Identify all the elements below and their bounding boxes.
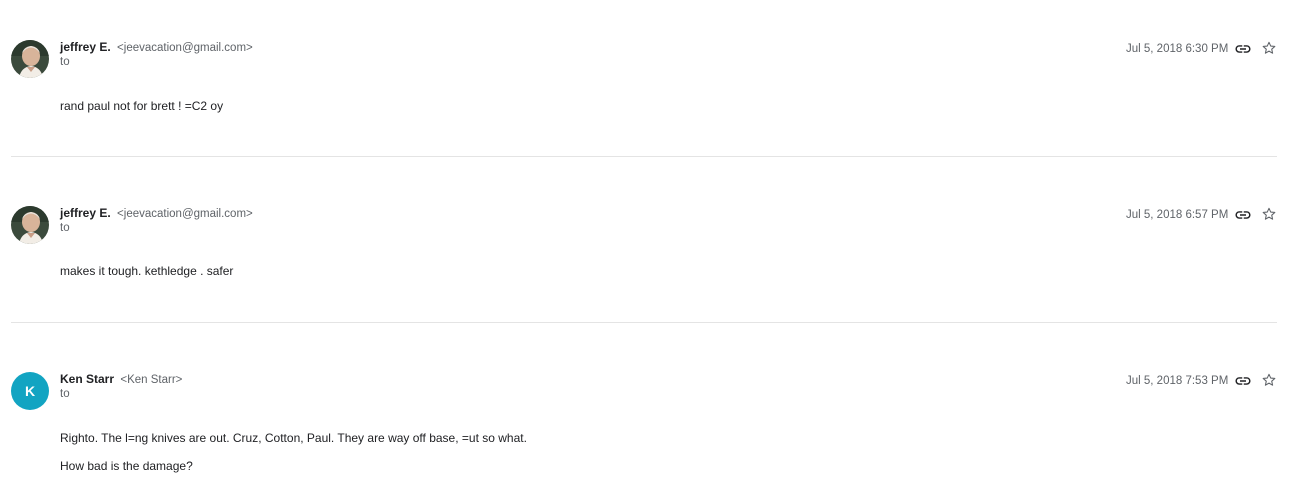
sender-email: <jeevacation@gmail.com> [117,42,253,54]
link-icon[interactable] [1234,40,1252,58]
message-body-line: Righto. The l=ng knives are out. Cruz, C… [60,431,527,445]
message-body-line: rand paul not for brett ! =C2 oy [60,99,224,113]
sender-line: jeffrey E. <jeevacation@gmail.com> [60,206,253,221]
star-outline-icon[interactable] [1261,40,1277,56]
sender-line: Ken Starr <Ken Starr> [60,372,182,387]
sender-name[interactable]: Ken Starr [60,372,114,386]
sender-avatar[interactable] [11,206,49,244]
sender-line: jeffrey E. <jeevacation@gmail.com> [60,40,253,55]
message-body-line: How bad is the damage? [60,459,193,473]
sender-name[interactable]: jeffrey E. [60,206,111,220]
email-thread: jeffrey E. <jeevacation@gmail.com> to Ju… [0,0,1314,499]
star-outline-icon[interactable] [1261,372,1277,388]
recipient-line[interactable]: to [60,55,70,69]
message-body-line: makes it tough. kethledge . safer [60,264,234,278]
message-date: Jul 5, 2018 6:30 PM [1126,43,1229,55]
star-outline-icon[interactable] [1261,206,1277,222]
sender-email: <jeevacation@gmail.com> [117,208,253,220]
message-divider [11,322,1277,323]
message-date: Jul 5, 2018 6:57 PM [1126,209,1229,221]
message-divider [11,156,1277,157]
link-icon[interactable] [1234,372,1252,390]
recipient-line[interactable]: to [60,387,70,401]
sender-name[interactable]: jeffrey E. [60,40,111,54]
link-icon[interactable] [1234,206,1252,224]
sender-avatar[interactable] [11,40,49,78]
message-date: Jul 5, 2018 7:53 PM [1126,375,1229,387]
recipient-line[interactable]: to [60,221,70,235]
sender-email: <Ken Starr> [120,374,183,386]
sender-avatar[interactable]: K [11,372,49,410]
